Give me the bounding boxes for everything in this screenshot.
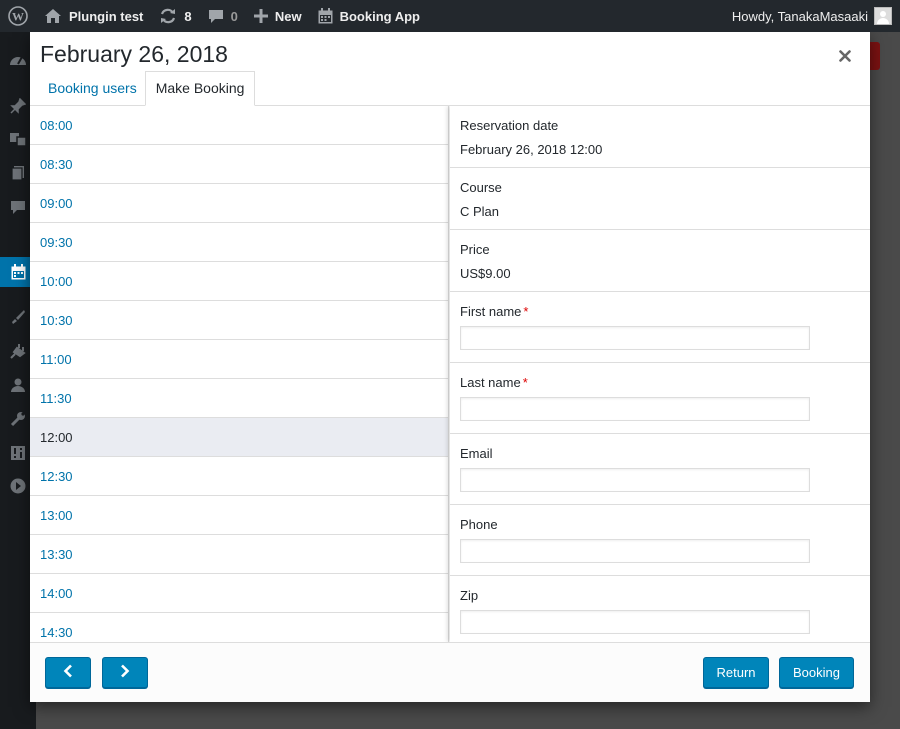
plus-icon <box>253 9 268 23</box>
phone-row: Phone <box>450 505 870 576</box>
price-row: Price US$9.00 <box>450 230 870 292</box>
wordpress-menu[interactable]: W <box>0 0 36 32</box>
modal-body: 08:00 08:30 09:00 09:30 10:00 10:30 11:0… <box>30 106 870 642</box>
time-slot[interactable]: 10:00 <box>30 262 448 301</box>
time-slot[interactable]: 14:00 <box>30 574 448 613</box>
first-name-input[interactable] <box>460 326 810 350</box>
time-slot[interactable]: 14:30 <box>30 613 448 642</box>
booking-menu-icon[interactable] <box>9 263 27 281</box>
comments-count: 0 <box>230 8 238 24</box>
reservation-date-label: Reservation date <box>460 118 559 133</box>
next-day-button[interactable] <box>102 657 148 688</box>
course-value: C Plan <box>460 204 500 219</box>
last-name-label: Last name <box>460 375 521 390</box>
zip-label: Zip <box>460 588 479 603</box>
required-mark: * <box>522 375 528 390</box>
time-slot[interactable]: 09:30 <box>30 223 448 262</box>
comments-icon <box>208 9 224 24</box>
updates-icon <box>159 8 177 24</box>
booking-modal: February 26, 2018 Booking users Make Boo… <box>30 32 870 702</box>
collapse-menu-icon[interactable] <box>9 477 27 495</box>
price-value: US$9.00 <box>460 266 511 281</box>
time-slot[interactable]: 13:30 <box>30 535 448 574</box>
reservation-date-value: February 26, 2018 12:00 <box>460 142 603 157</box>
course-label: Course <box>460 180 502 195</box>
booking-app-link[interactable]: Booking App <box>310 0 428 32</box>
last-name-row: Last name * <box>450 363 870 434</box>
new-label: New <box>274 8 302 24</box>
time-slot[interactable]: 08:00 <box>30 106 448 145</box>
price-label: Price <box>460 242 490 257</box>
time-slot[interactable]: 13:00 <box>30 496 448 535</box>
avatar <box>874 7 892 25</box>
booking-button[interactable]: Booking <box>779 657 854 688</box>
close-button[interactable] <box>834 46 856 68</box>
first-name-row: First name * <box>450 292 870 363</box>
pages-icon[interactable] <box>9 164 27 182</box>
email-row: Email <box>450 434 870 505</box>
first-name-label: First name <box>460 304 522 319</box>
modal-tabs: Booking users Make Booking <box>40 71 256 106</box>
zip-row: Zip <box>450 576 870 642</box>
time-slot[interactable]: 09:00 <box>30 184 448 223</box>
modal-title: February 26, 2018 <box>40 41 228 67</box>
email-input[interactable] <box>460 468 810 492</box>
tools-icon[interactable] <box>9 410 27 428</box>
time-slot[interactable]: 11:00 <box>30 340 448 379</box>
tab-make-booking[interactable]: Make Booking <box>144 71 256 106</box>
time-slot[interactable]: 12:30 <box>30 457 448 496</box>
svg-text:W: W <box>12 10 24 24</box>
course-row: Course C Plan <box>450 168 870 230</box>
time-slot[interactable]: 10:30 <box>30 301 448 340</box>
phone-label: Phone <box>460 517 498 532</box>
site-name: Plungin test <box>69 8 144 24</box>
time-slot-selected[interactable]: 12:00 <box>30 418 448 457</box>
background-button-edge <box>870 42 880 70</box>
modal-header: February 26, 2018 Booking users Make Boo… <box>30 32 870 106</box>
dashboard-icon[interactable] <box>9 51 27 69</box>
calendar-icon <box>318 8 333 24</box>
site-name-link[interactable]: Plungin test <box>36 0 151 32</box>
return-button[interactable]: Return <box>703 657 769 688</box>
updates-count: 8 <box>184 8 192 24</box>
time-slot-list: 08:00 08:30 09:00 09:30 10:00 10:30 11:0… <box>30 106 449 642</box>
appearance-icon[interactable] <box>9 308 27 326</box>
zip-input[interactable] <box>460 610 810 634</box>
media-icon[interactable] <box>9 130 27 148</box>
booking-form: Reservation date February 26, 2018 12:00… <box>450 106 870 642</box>
new-content-link[interactable]: New <box>246 0 310 32</box>
booking-app-label: Booking App <box>339 8 420 24</box>
phone-input[interactable] <box>460 539 810 563</box>
wordpress-icon: W <box>8 6 28 26</box>
last-name-input[interactable] <box>460 397 810 421</box>
chevron-right-icon <box>120 664 130 681</box>
time-slot[interactable]: 08:30 <box>30 145 448 184</box>
previous-day-button[interactable] <box>45 657 91 688</box>
posts-icon[interactable] <box>9 97 27 115</box>
plugins-icon[interactable] <box>9 342 27 360</box>
comments-menu-icon[interactable] <box>9 198 27 216</box>
comments-link[interactable]: 0 <box>200 0 246 32</box>
admin-bar: W Plungin test 8 0 New Booking App Howdy… <box>0 0 900 32</box>
greeting: Howdy, TanakaMasaaki <box>731 8 868 24</box>
last-name-label-wrap: Last name * <box>460 375 860 390</box>
time-slot[interactable]: 11:30 <box>30 379 448 418</box>
chevron-left-icon <box>63 664 73 681</box>
required-mark: * <box>523 304 529 319</box>
my-account-menu[interactable]: Howdy, TanakaMasaaki <box>732 0 900 32</box>
modal-footer: Return Booking <box>30 642 870 702</box>
close-icon <box>839 49 851 65</box>
tab-booking-users[interactable]: Booking users <box>40 71 145 106</box>
home-icon <box>44 8 62 24</box>
first-name-label-wrap: First name * <box>460 304 860 319</box>
email-label: Email <box>460 446 493 461</box>
reservation-date-row: Reservation date February 26, 2018 12:00 <box>450 106 870 168</box>
updates-link[interactable]: 8 <box>151 0 199 32</box>
settings-icon[interactable] <box>9 444 27 462</box>
users-icon[interactable] <box>9 376 27 394</box>
